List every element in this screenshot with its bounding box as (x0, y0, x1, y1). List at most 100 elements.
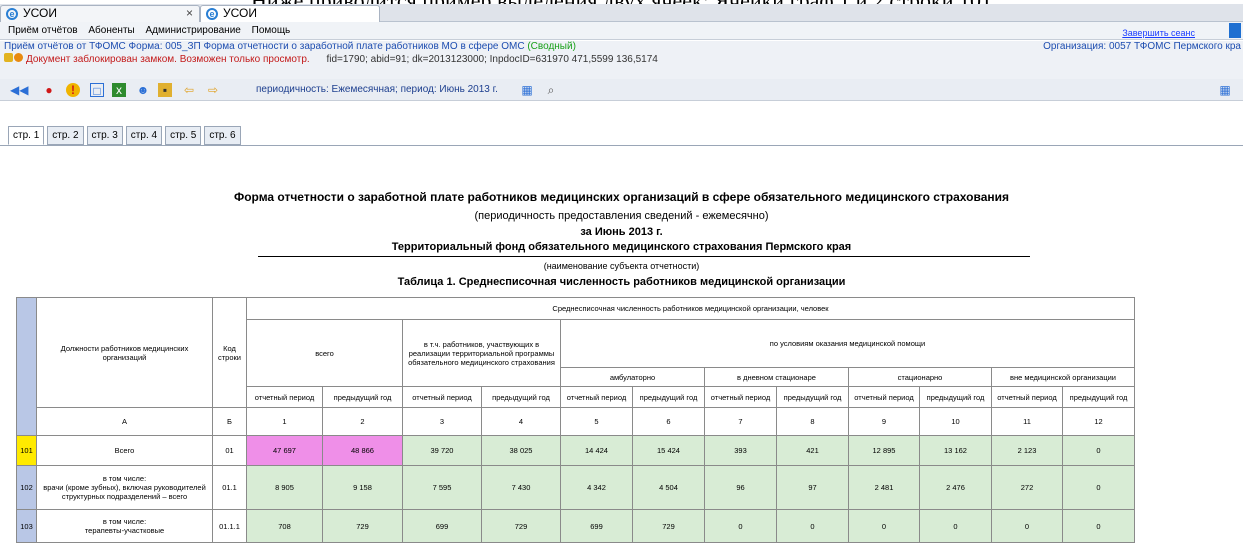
value-cell[interactable]: 0 (704, 509, 777, 543)
page-tabs: стр. 1 стр. 2 стр. 3 стр. 4 стр. 5 стр. … (8, 126, 244, 146)
selected-cell[interactable]: 48 866 (322, 435, 403, 466)
form-description: Приём отчётов от ТФОМС Форма: 005_ЗП Фор… (4, 41, 525, 52)
value-cell[interactable]: 2 476 (919, 465, 992, 510)
value-cell[interactable]: 4 504 (632, 465, 705, 510)
tab-page-5[interactable]: стр. 5 (165, 126, 202, 145)
alert-icon[interactable]: ! (66, 83, 80, 97)
status-badge: (Сводный) (527, 41, 576, 52)
value-cell[interactable]: 0 (1062, 465, 1135, 510)
value-cell[interactable]: 9 158 (322, 465, 403, 510)
row-code: 01.1 (212, 465, 247, 510)
value-cell[interactable]: 7 430 (481, 465, 561, 510)
save-icon[interactable]: ▪ (158, 83, 172, 97)
header-position: Должности работников медицинских организ… (36, 297, 213, 408)
value-cell[interactable]: 421 (776, 435, 849, 466)
tab-page-1[interactable]: стр. 1 (8, 126, 45, 145)
preview-icon[interactable]: □ (90, 83, 104, 98)
value-cell[interactable]: 729 (481, 509, 561, 543)
record-icon[interactable]: ● (42, 83, 56, 97)
value-cell[interactable]: 0 (848, 509, 920, 543)
row-label: Всего (36, 435, 213, 466)
row-number-header (16, 297, 37, 436)
first-page-icon[interactable]: ◀◀ (10, 83, 28, 97)
value-cell[interactable]: 97 (776, 465, 849, 510)
column-letter: 12 (1062, 407, 1135, 436)
tab-page-2[interactable]: стр. 2 (47, 126, 84, 145)
value-cell[interactable]: 7 595 (402, 465, 482, 510)
row-code: 01.1.1 (212, 509, 247, 543)
grid-icon[interactable]: ▦ (520, 83, 534, 97)
column-letter: 9 (848, 407, 920, 436)
user-icon[interactable]: ☻ (136, 83, 150, 97)
menu-item-reports[interactable]: Приём отчётов (8, 25, 78, 36)
value-cell[interactable]: 0 (1062, 435, 1135, 466)
value-cell[interactable]: 272 (991, 465, 1063, 510)
header-outside: вне медицинской организации (991, 367, 1135, 387)
ie-icon: e (206, 8, 218, 20)
value-cell[interactable]: 0 (1062, 509, 1135, 543)
value-cell[interactable]: 8 905 (246, 465, 323, 510)
browser-tab-strip: e УСОИ × e УСОИ (0, 4, 1243, 22)
subject-note: (наименование субъекта отчетности) (543, 261, 700, 271)
value-cell[interactable]: 0 (919, 509, 992, 543)
value-cell[interactable]: 39 720 (402, 435, 482, 466)
row-code: 01 (212, 435, 247, 466)
value-cell[interactable]: 0 (991, 509, 1063, 543)
value-cell[interactable]: 699 (560, 509, 633, 543)
table-row: 102 в том числе: врачи (кроме зубных), вк… (16, 465, 1135, 510)
header-cell: отчетный период (402, 386, 482, 408)
header-cell: предыдущий год (632, 386, 705, 408)
value-cell[interactable]: 708 (246, 509, 323, 543)
value-cell[interactable]: 14 424 (560, 435, 633, 466)
column-letter: 6 (632, 407, 705, 436)
value-cell[interactable]: 4 342 (560, 465, 633, 510)
header-cell: предыдущий год (919, 386, 992, 408)
menu-item-help[interactable]: Помощь (252, 25, 291, 36)
header-cell: отчетный период (704, 386, 777, 408)
row-label: в том числе: терапевты-участковые (36, 509, 213, 543)
layout-icon[interactable]: ▦ (1218, 83, 1232, 97)
value-cell[interactable]: 15 424 (632, 435, 705, 466)
tab-page-6[interactable]: стр. 6 (204, 126, 241, 145)
value-cell[interactable]: 12 895 (848, 435, 920, 466)
excel-icon[interactable]: x (112, 83, 126, 97)
forward-arrow-icon[interactable]: ⇨ (206, 83, 220, 97)
value-cell[interactable]: 2 481 (848, 465, 920, 510)
zoom-icon[interactable]: ⌕ (544, 83, 558, 97)
menu-item-subscribers[interactable]: Абоненты (88, 25, 134, 36)
logout-link[interactable]: Завершить сеанс (1122, 25, 1195, 42)
column-letter: 2 (322, 407, 403, 436)
menu-item-admin[interactable]: Администрирование (146, 25, 241, 36)
value-cell[interactable]: 96 (704, 465, 777, 510)
value-cell[interactable]: 393 (704, 435, 777, 466)
value-cell[interactable]: 38 025 (481, 435, 561, 466)
toolbar: ◀◀ ● ! □ x ☻ ▪ ⇦ ⇨ периодичность: Ежемес… (0, 79, 1243, 101)
browser-tab-1[interactable]: e УСОИ × (0, 5, 200, 22)
header-inpatient: стационарно (848, 367, 992, 387)
table-row: 103 в том числе: терапевты-участковые 01.1… (16, 509, 1135, 543)
lock-line: Документ заблокирован замком. Возможен т… (4, 53, 1243, 66)
tab-page-4[interactable]: стр. 4 (125, 126, 163, 145)
form-periodicity: (периодичность предоставления сведений -… (474, 210, 769, 222)
value-cell[interactable]: 2 123 (991, 435, 1063, 466)
menu-bar: Приём отчётов Абоненты Администрирование… (0, 22, 1243, 40)
organization-label: Организация: 0057 ТФОМС Пермского кра (1043, 41, 1241, 52)
tab-page-3[interactable]: стр. 3 (86, 126, 123, 145)
value-cell[interactable]: 13 162 (919, 435, 992, 466)
subject-underline (258, 256, 1030, 257)
header-day-hospital: в дневном стационаре (704, 367, 849, 387)
header-cell: предыдущий год (481, 386, 561, 408)
column-letter: 10 (919, 407, 992, 436)
column-letter: 5 (560, 407, 633, 436)
close-tab-icon[interactable]: × (186, 6, 193, 21)
header-total: всего (246, 319, 403, 387)
value-cell[interactable]: 0 (776, 509, 849, 543)
value-cell[interactable]: 699 (402, 509, 482, 543)
selected-cell[interactable]: 47 697 (246, 435, 323, 466)
lock-message: Документ заблокирован замком. Возможен т… (26, 54, 310, 65)
value-cell[interactable]: 729 (322, 509, 403, 543)
browser-tab-2[interactable]: e УСОИ (200, 5, 380, 22)
value-cell[interactable]: 729 (632, 509, 705, 543)
ie-icon: e (6, 8, 18, 20)
back-arrow-icon[interactable]: ⇦ (182, 83, 196, 97)
